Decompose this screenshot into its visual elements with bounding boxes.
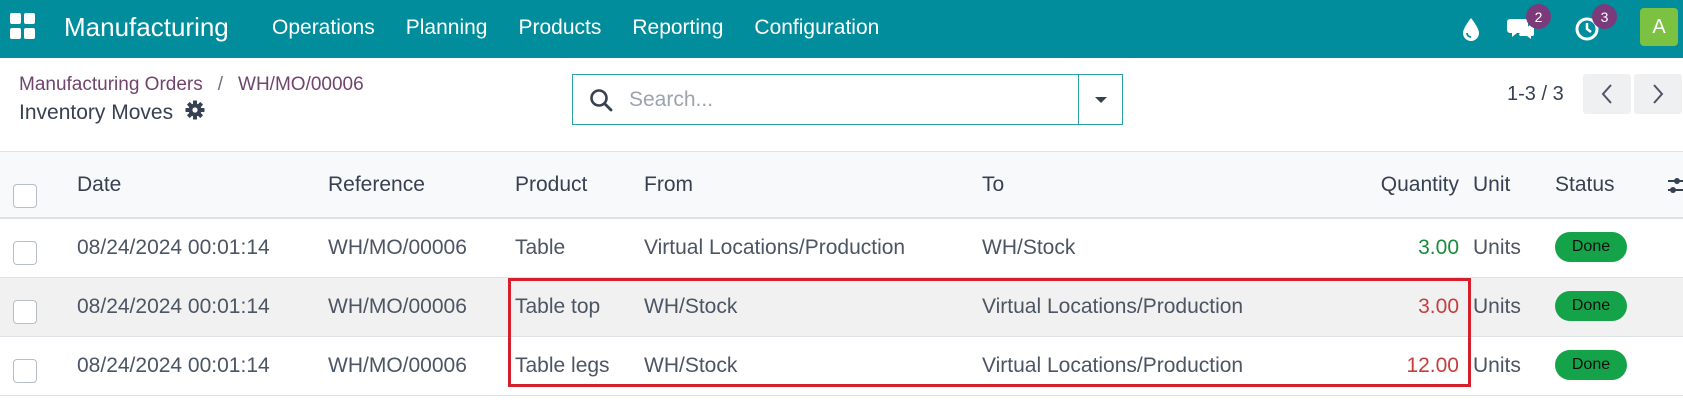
chevron-right-icon <box>1653 84 1664 104</box>
column-header-status[interactable]: Status <box>1555 173 1615 197</box>
apps-grid-icon[interactable] <box>10 13 36 39</box>
column-header-quantity[interactable]: Quantity <box>1339 173 1459 197</box>
cell-unit: Units <box>1473 354 1521 377</box>
page-title: Inventory Moves <box>19 100 174 124</box>
column-header-product[interactable]: Product <box>515 173 587 197</box>
status-badge: Done <box>1555 232 1627 262</box>
highlight-annotation-box <box>508 278 1471 387</box>
cell-date: 08/24/2024 00:01:14 <box>77 236 270 259</box>
row-checkbox[interactable] <box>13 241 37 265</box>
column-header-unit[interactable]: Unit <box>1473 173 1510 197</box>
status-badge: Done <box>1555 350 1627 380</box>
cell-date: 08/24/2024 00:01:14 <box>77 354 270 377</box>
cell-unit: Units <box>1473 236 1521 259</box>
user-avatar[interactable]: A <box>1640 8 1678 46</box>
activities-count-badge: 3 <box>1592 4 1617 29</box>
search-input[interactable] <box>629 76 1078 123</box>
caret-down-icon <box>1094 96 1107 103</box>
table-row[interactable]: 08/24/2024 00:01:14 WH/MO/00006 Table Vi… <box>0 219 1683 278</box>
top-navbar: Manufacturing Operations Planning Produc… <box>0 0 1683 58</box>
cell-unit: Units <box>1473 295 1521 318</box>
column-header-from[interactable]: From <box>644 173 693 197</box>
chevron-left-icon <box>1601 84 1612 104</box>
menu-item-operations[interactable]: Operations <box>272 16 375 40</box>
cell-to: WH/Stock <box>982 236 1076 259</box>
menu-item-configuration[interactable]: Configuration <box>754 16 879 40</box>
cell-reference: WH/MO/00006 <box>328 236 467 259</box>
search-options-toggle[interactable] <box>1078 75 1122 124</box>
pager-previous-button[interactable] <box>1583 74 1631 114</box>
breadcrumb-manufacturing-orders[interactable]: Manufacturing Orders <box>19 74 203 96</box>
pager-next-button[interactable] <box>1634 74 1682 114</box>
app-brand[interactable]: Manufacturing <box>64 12 229 43</box>
page-title-area: Inventory Moves <box>19 100 205 125</box>
cell-reference: WH/MO/00006 <box>328 354 467 377</box>
menu-item-products[interactable]: Products <box>518 16 601 40</box>
search-bar <box>572 74 1123 125</box>
messages-count-badge: 2 <box>1526 4 1551 29</box>
breadcrumb-separator: / <box>217 74 224 95</box>
breadcrumb: Manufacturing Orders / WH/MO/00006 <box>19 74 364 96</box>
cell-product: Table <box>515 236 566 259</box>
menu-item-reporting[interactable]: Reporting <box>632 16 723 40</box>
pager-value[interactable]: 1-3 / 3 <box>1507 83 1564 106</box>
column-header-date[interactable]: Date <box>77 173 121 197</box>
optional-columns-toggle[interactable] <box>1668 176 1683 196</box>
select-all-checkbox[interactable] <box>13 184 37 208</box>
water-drop-icon[interactable] <box>1455 0 1487 58</box>
table-header: Date Reference Product From To Quantity … <box>0 151 1683 219</box>
main-menu: Operations Planning Products Reporting C… <box>272 16 910 40</box>
column-header-to[interactable]: To <box>982 173 1004 197</box>
status-badge: Done <box>1555 291 1627 321</box>
sliders-icon <box>1668 178 1683 193</box>
row-checkbox[interactable] <box>13 359 37 383</box>
gear-icon[interactable] <box>185 100 205 125</box>
cell-reference: WH/MO/00006 <box>328 295 467 318</box>
row-checkbox[interactable] <box>13 300 37 324</box>
cell-from: Virtual Locations/Production <box>644 236 906 259</box>
search-icon[interactable] <box>573 75 629 124</box>
column-header-reference[interactable]: Reference <box>328 173 425 197</box>
cell-date: 08/24/2024 00:01:14 <box>77 295 270 318</box>
breadcrumb-mo-record[interactable]: WH/MO/00006 <box>238 74 364 96</box>
cell-quantity: 3.00 <box>1418 236 1459 259</box>
menu-item-planning[interactable]: Planning <box>406 16 488 40</box>
